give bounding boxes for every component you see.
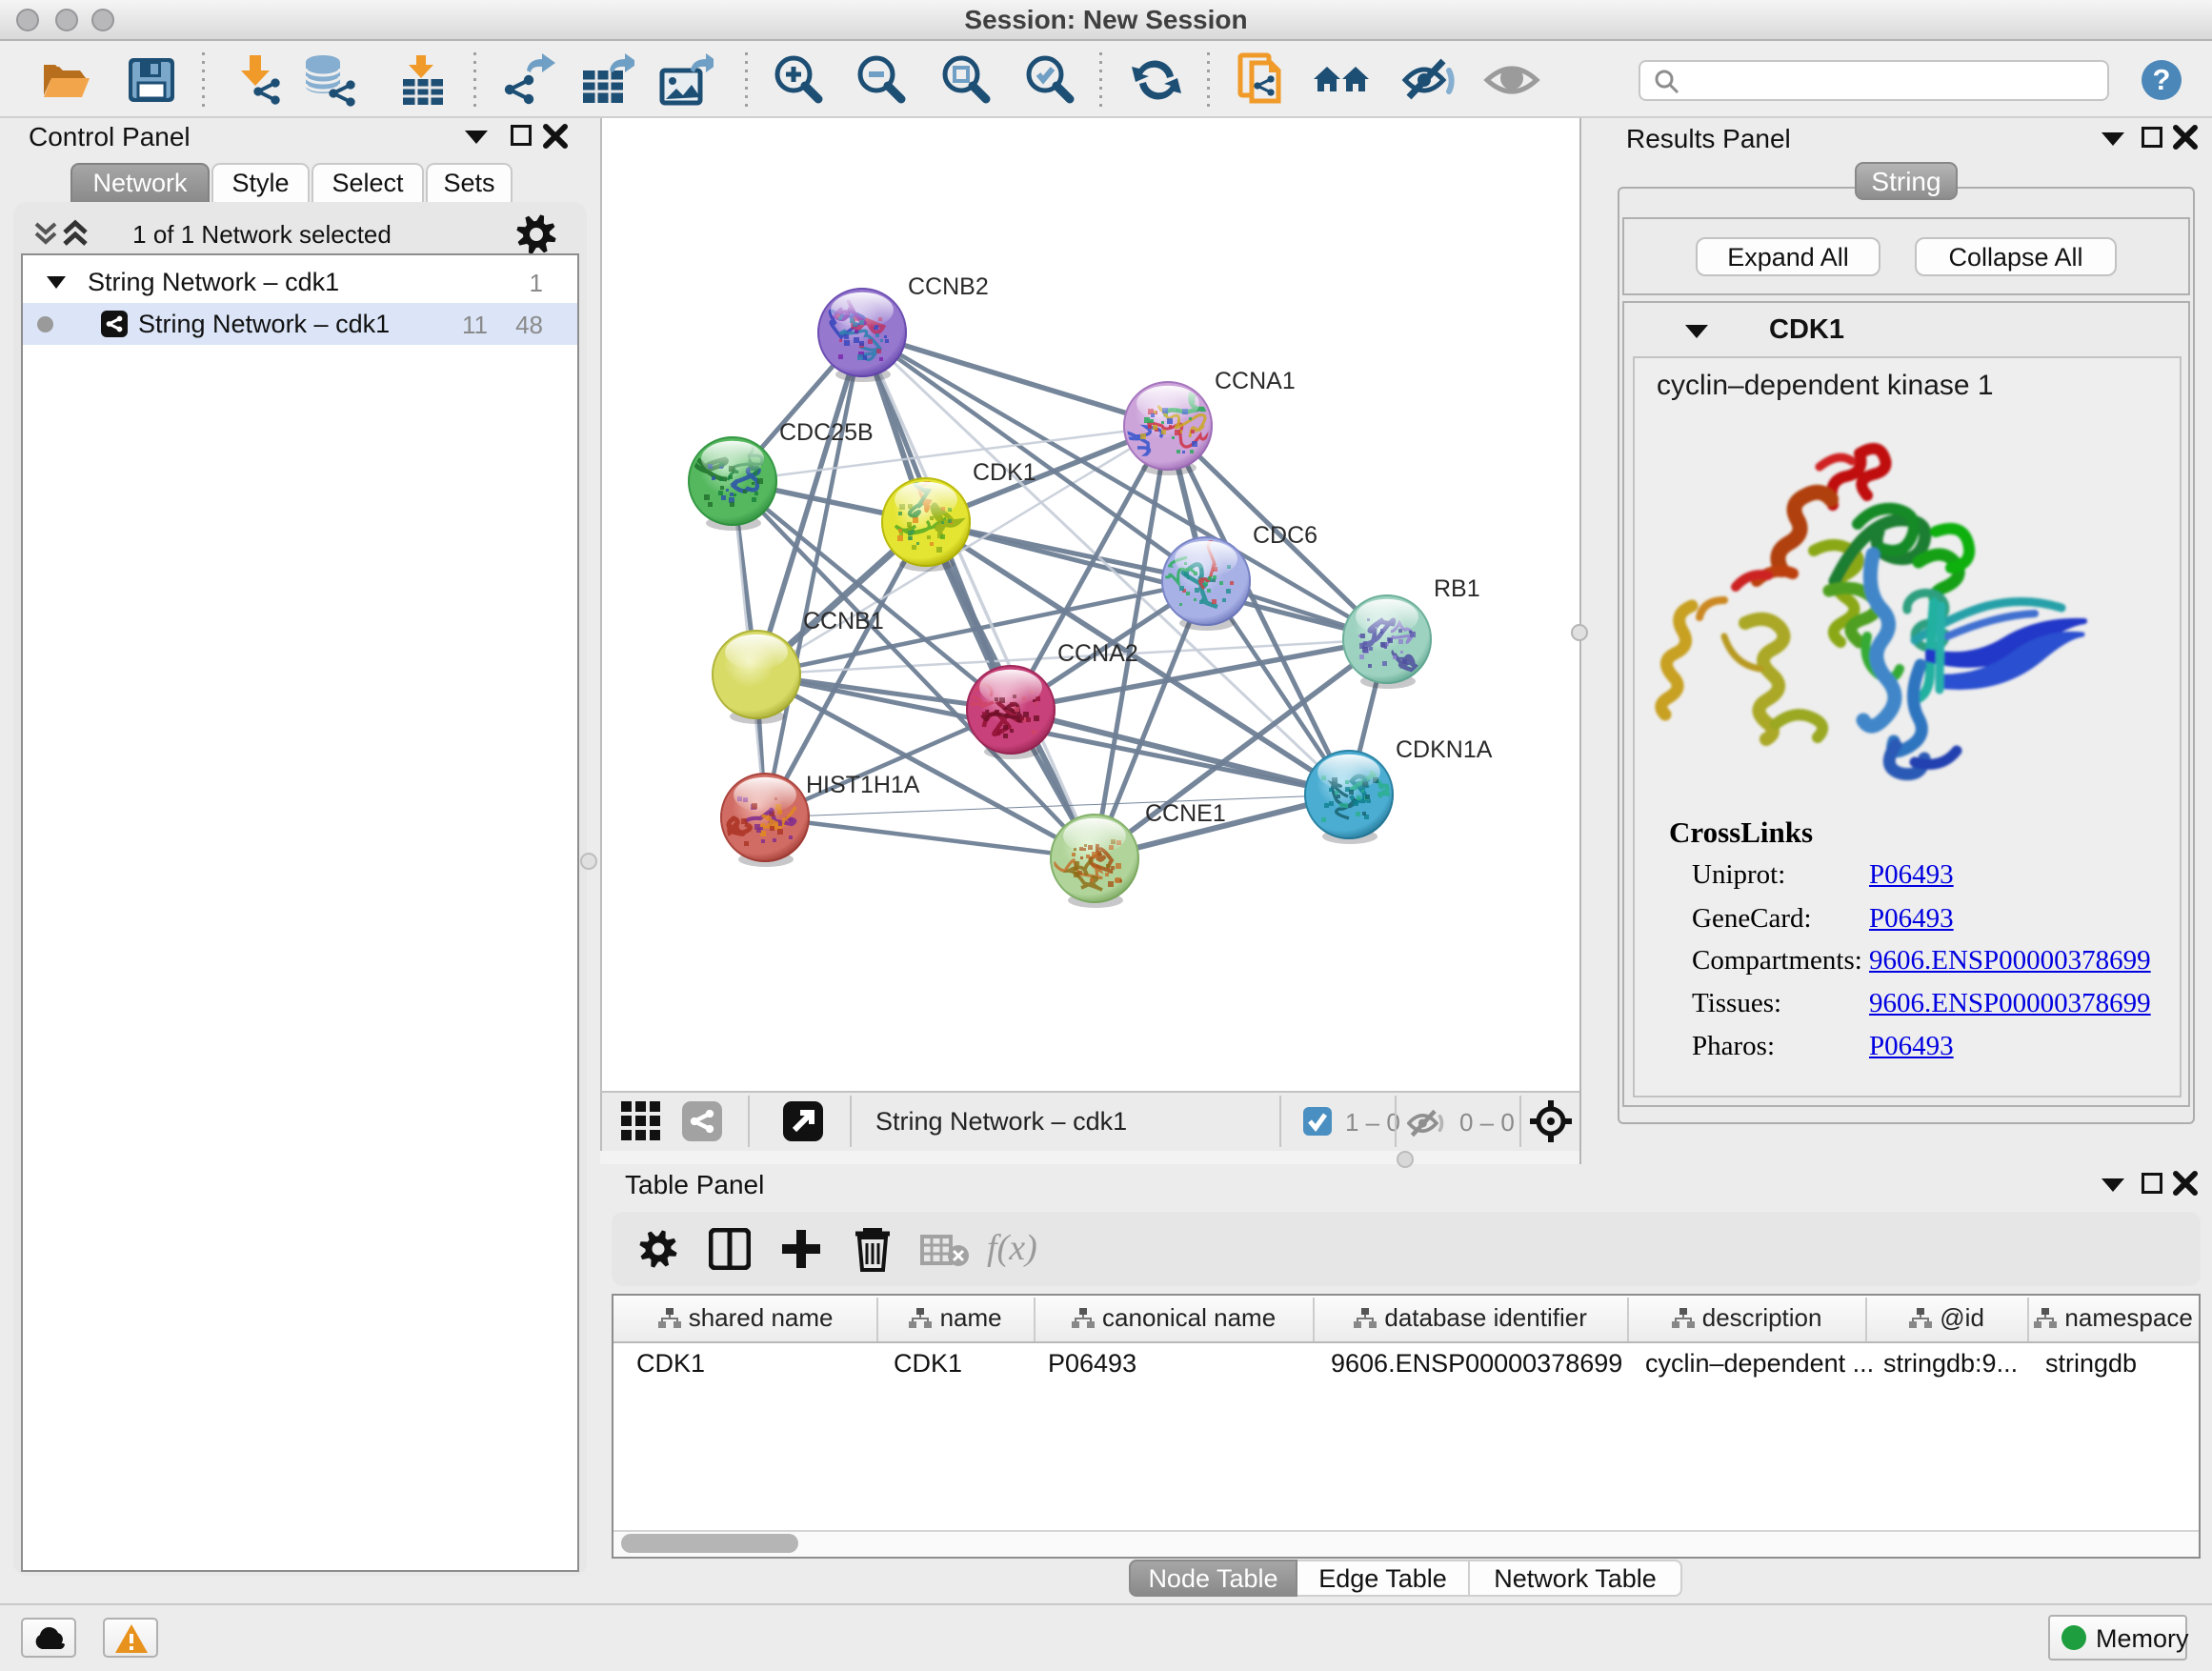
svg-text:CDK1: CDK1 bbox=[973, 459, 1036, 486]
svg-text:CCNE1: CCNE1 bbox=[1145, 800, 1226, 827]
svg-text:CCNB1: CCNB1 bbox=[803, 608, 884, 634]
svg-text:CDKN1A: CDKN1A bbox=[1396, 736, 1493, 763]
svg-text:CDC6: CDC6 bbox=[1253, 522, 1317, 549]
svg-text:HIST1H1A: HIST1H1A bbox=[806, 772, 920, 798]
svg-text:CCNA1: CCNA1 bbox=[1215, 368, 1296, 394]
svg-text:CCNA2: CCNA2 bbox=[1057, 640, 1138, 667]
svg-text:CCNB2: CCNB2 bbox=[908, 273, 989, 300]
svg-text:CDC25B: CDC25B bbox=[779, 419, 874, 446]
svg-text:RB1: RB1 bbox=[1434, 575, 1480, 602]
